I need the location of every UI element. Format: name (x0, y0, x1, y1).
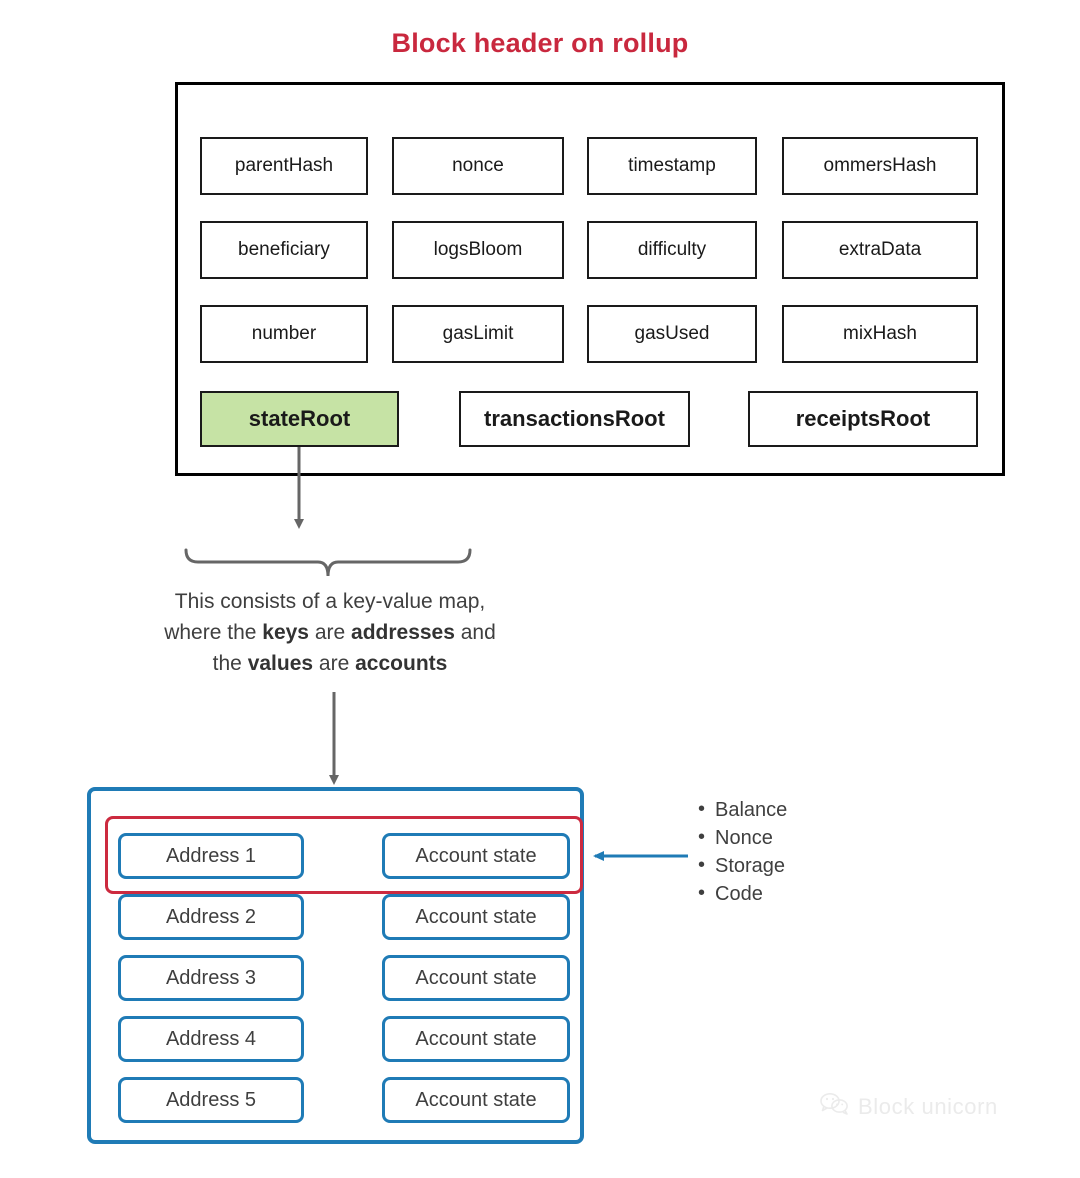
header-field-beneficiary: beneficiary (200, 221, 368, 279)
wechat-icon (820, 1092, 850, 1122)
header-field-gaslimit: gasLimit (392, 305, 564, 363)
explanation-text: This consists of a key-value map, where … (90, 586, 570, 679)
header-field-gasused: gasUsed (587, 305, 757, 363)
account-state-field-item: Balance (698, 795, 787, 824)
header-field-receiptsroot: receiptsRoot (748, 391, 978, 447)
page-title: Block header on rollup (391, 28, 689, 58)
state-map-row: Address 5 Account state (118, 1077, 570, 1123)
state-map-row: Address 3 Account state (118, 955, 570, 1001)
header-field-transactionsroot: transactionsRoot (459, 391, 690, 447)
header-field-difficulty: difficulty (587, 221, 757, 279)
account-state-box: Account state (382, 955, 570, 1001)
header-field-timestamp: timestamp (587, 137, 757, 195)
address-box: Address 2 (118, 894, 304, 940)
account-state-box: Account state (382, 894, 570, 940)
header-field-nonce: nonce (392, 137, 564, 195)
watermark: Block unicorn (820, 1092, 998, 1122)
state-map-row: Address 2 Account state (118, 894, 570, 940)
curly-brace (184, 548, 472, 577)
header-field-ommershash: ommersHash (782, 137, 978, 195)
account-state-field-item: Code (698, 879, 787, 908)
address-box: Address 1 (118, 833, 304, 879)
state-map-row: Address 1 Account state (118, 833, 570, 879)
header-field-mixhash: mixHash (782, 305, 978, 363)
explanation-line-2: where the keys are addresses and (164, 621, 496, 644)
address-box: Address 3 (118, 955, 304, 1001)
account-state-field-item: Storage (698, 851, 787, 880)
account-state-field-item: Nonce (698, 823, 787, 852)
explanation-line-1: This consists of a key-value map, (174, 590, 486, 613)
account-state-box: Account state (382, 1077, 570, 1123)
watermark-label: Block unicorn (858, 1094, 998, 1119)
header-field-parenthash: parentHash (200, 137, 368, 195)
address-box: Address 5 (118, 1077, 304, 1123)
header-field-number: number (200, 305, 368, 363)
header-field-logsbloom: logsBloom (392, 221, 564, 279)
header-field-extradata: extraData (782, 221, 978, 279)
header-field-stateroot: stateRoot (200, 391, 399, 447)
account-state-box: Account state (382, 1016, 570, 1062)
state-map-row: Address 4 Account state (118, 1016, 570, 1062)
address-box: Address 4 (118, 1016, 304, 1062)
account-state-box: Account state (382, 833, 570, 879)
explanation-line-3: the values are accounts (212, 652, 448, 675)
account-state-field-list: BalanceNonceStorageCode (698, 795, 787, 908)
